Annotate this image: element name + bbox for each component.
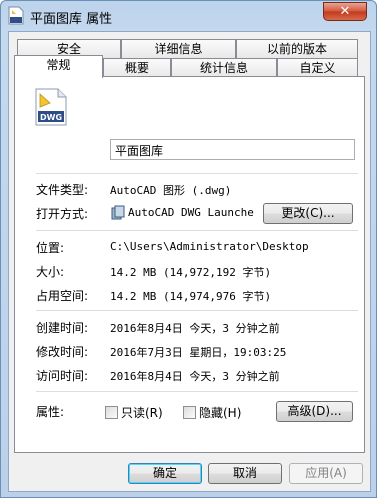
size-value: 14.2 MB (14,972,192 字节) [110, 266, 272, 279]
readonly-label[interactable]: 只读(R) [121, 404, 163, 421]
properties-window: 平面图库 属性 ✕ 安全 详细信息 以前的版本 常规 概要 统计信息 自定义 D… [0, 0, 377, 498]
change-button[interactable]: 更改(C)... [263, 203, 353, 224]
ok-button[interactable]: 确定 [128, 463, 202, 484]
cancel-button[interactable]: 取消 [208, 463, 282, 484]
size-on-disk-value: 14.2 MB (14,974,976 字节) [110, 290, 272, 303]
location-value: C:\Users\Administrator\Desktop [110, 240, 309, 253]
hidden-checkbox[interactable] [183, 406, 196, 419]
title-bar[interactable]: 平面图库 属性 ✕ [1, 1, 377, 31]
dwg-file-icon [8, 6, 24, 25]
attributes-label: 属性: [36, 405, 65, 419]
advanced-button[interactable]: 高级(D)... [276, 401, 353, 422]
tab-details[interactable]: 详细信息 [121, 39, 236, 60]
close-button[interactable]: ✕ [323, 2, 367, 21]
separator [36, 391, 358, 392]
opens-with-value: AutoCAD DWG Launche [128, 206, 254, 219]
readonly-checkbox[interactable] [105, 406, 118, 419]
location-label: 位置: [36, 241, 65, 255]
tab-previous-versions[interactable]: 以前的版本 [236, 39, 358, 60]
modified-value: 2016年7月3日 星期日，19:03:25 [110, 346, 287, 359]
opens-with-label: 打开方式: [36, 207, 89, 221]
dialog-body: 安全 详细信息 以前的版本 常规 概要 统计信息 自定义 DWG 平面图库 文件… [8, 31, 371, 492]
apply-button[interactable]: 应用(A) [289, 463, 363, 484]
dwg-file-icon: DWG [35, 88, 67, 126]
accessed-label: 访问时间: [36, 369, 89, 383]
file-name-field[interactable]: 平面图库 [110, 139, 355, 160]
hidden-label[interactable]: 隐藏(H) [199, 404, 241, 421]
created-label: 创建时间: [36, 321, 89, 335]
window-title: 平面图库 属性 [30, 12, 113, 27]
size-label: 大小: [36, 265, 65, 279]
separator [36, 173, 358, 174]
accessed-value: 2016年8月4日 今天，3 分钟之前 [110, 370, 280, 383]
created-value: 2016年8月4日 今天，3 分钟之前 [110, 322, 280, 335]
file-icon-label: DWG [40, 113, 62, 122]
general-panel: DWG 平面图库 文件类型: AutoCAD 图形 (.dwg) 打开方式: A… [14, 76, 365, 453]
separator [36, 230, 358, 231]
modified-label: 修改时间: [36, 345, 89, 359]
autocad-launcher-icon [111, 205, 125, 220]
file-type-label: 文件类型: [36, 183, 89, 197]
size-on-disk-label: 占用空间: [36, 289, 89, 303]
tab-general[interactable]: 常规 [14, 55, 103, 78]
file-type-value: AutoCAD 图形 (.dwg) [110, 184, 232, 197]
separator [36, 310, 358, 311]
